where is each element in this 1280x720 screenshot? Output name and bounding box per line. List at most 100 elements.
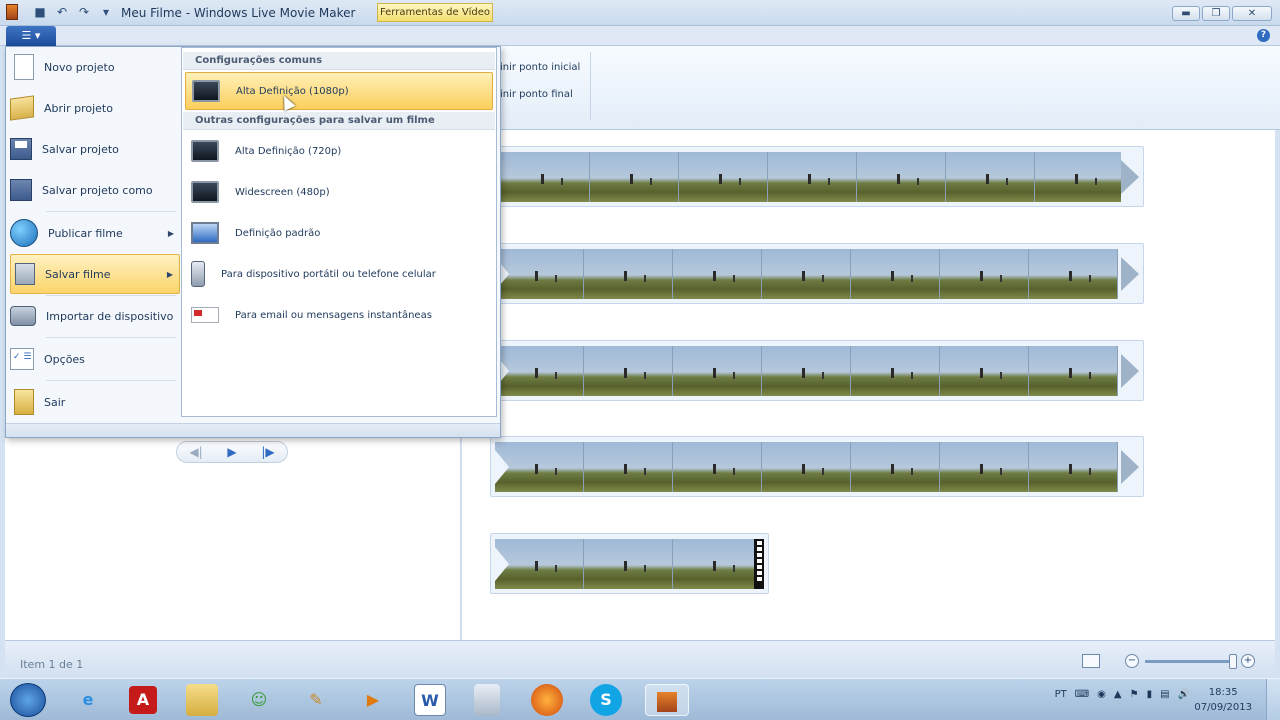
save-widescreen-480p[interactable]: Widescreen (480p) — [185, 173, 493, 211]
menu-import-from-device[interactable]: Importar de dispositivo — [10, 296, 180, 336]
redo-icon[interactable]: ↷ — [76, 4, 92, 20]
menu-save-project[interactable]: Salvar projeto — [10, 129, 180, 169]
language-indicator[interactable]: PT — [1055, 689, 1067, 700]
player-controls: ◀| ▶ |▶ — [176, 441, 288, 463]
clip-row[interactable] — [490, 533, 769, 594]
submenu-item-label: Para dispositivo portátil ou telefone ce… — [221, 268, 436, 280]
menu-new-project[interactable]: Novo projeto — [10, 47, 180, 87]
clip-row[interactable] — [490, 436, 1144, 497]
media-player-icon[interactable]: ▶ — [357, 684, 389, 716]
internet-explorer-icon[interactable]: e — [72, 684, 104, 716]
set-start-point-button[interactable]: inir ponto inicial — [500, 62, 580, 73]
clock[interactable]: 18:35 07/09/2013 — [1194, 685, 1252, 715]
hd-tv-icon — [192, 80, 220, 102]
save-movie-submenu: Configurações comuns Alta Definição (108… — [181, 47, 497, 417]
menu-open-project[interactable]: Abrir projeto — [10, 88, 180, 128]
menu-item-label: Salvar filme — [45, 267, 111, 281]
save-email-im[interactable]: Para email ou mensagens instantâneas — [185, 296, 493, 334]
next-frame-button[interactable]: |▶ — [261, 445, 274, 459]
file-menu: Novo projeto Abrir projeto Salvar projet… — [5, 46, 501, 438]
menu-save-project-as[interactable]: Salvar projeto como — [10, 170, 180, 210]
submenu-item-label: Alta Definição (720p) — [235, 145, 342, 157]
paint-icon[interactable]: ✎ — [300, 684, 332, 716]
play-button[interactable]: ▶ — [227, 445, 236, 459]
calculator-icon[interactable] — [474, 684, 500, 716]
file-menu-footer — [6, 423, 500, 437]
save-icon — [10, 138, 32, 160]
zoom-in-button[interactable]: + — [1241, 654, 1255, 668]
zoom-slider-thumb[interactable] — [1229, 653, 1237, 669]
menu-separator — [46, 211, 176, 212]
show-hidden-icons-icon[interactable]: ▲ — [1114, 689, 1122, 700]
aspect-ratio-icon[interactable] — [1082, 654, 1100, 668]
power-icon[interactable]: ▮ — [1147, 689, 1153, 700]
save-hd-720p[interactable]: Alta Definição (720p) — [185, 132, 493, 170]
file-menu-button[interactable]: ☰ ▾ — [6, 26, 56, 46]
save-hd-1080p[interactable]: Alta Definição (1080p) — [185, 72, 493, 110]
file-menu-list: Novo projeto Abrir projeto Salvar projet… — [6, 47, 181, 437]
menu-item-label: Novo projeto — [44, 60, 115, 74]
zoom-out-button[interactable]: − — [1125, 654, 1139, 668]
submenu-arrow-icon: ▶ — [166, 269, 173, 279]
customize-toolbar-icon[interactable]: ▾ — [98, 4, 114, 20]
previous-frame-button[interactable]: ◀| — [189, 445, 202, 459]
submenu-header-other: Outras configurações para salvar um film… — [183, 112, 495, 130]
video-tools-context-tab[interactable]: Ferramentas de Vídeo — [377, 3, 493, 22]
clip-arrow — [1121, 450, 1139, 484]
keyboard-icon[interactable]: ⌨ — [1075, 689, 1089, 700]
close-button[interactable]: ✕ — [1232, 6, 1272, 21]
menu-item-label: Salvar projeto — [42, 142, 119, 156]
hd-tv-icon — [191, 140, 219, 162]
clip-arrow — [1121, 160, 1139, 194]
action-center-icon[interactable]: ⚑ — [1130, 689, 1139, 700]
antivirus-icon[interactable]: ◉ — [1097, 689, 1106, 700]
clock-date: 07/09/2013 — [1194, 702, 1252, 713]
adobe-reader-icon[interactable]: A — [129, 686, 157, 714]
maximize-button[interactable]: ❐ — [1202, 6, 1230, 21]
show-desktop-button[interactable] — [1266, 679, 1280, 720]
word-icon[interactable]: W — [414, 684, 446, 716]
volume-icon[interactable]: 🔊 — [1178, 689, 1190, 700]
menu-publish-movie[interactable]: Publicar filme ▶ — [10, 213, 180, 253]
minimize-button[interactable]: ▬ — [1172, 6, 1200, 21]
save-standard-definition[interactable]: Definição padrão — [185, 214, 493, 252]
firefox-icon[interactable] — [531, 684, 563, 716]
clip-notch — [495, 450, 509, 484]
globe-icon — [10, 219, 38, 247]
file-explorer-icon[interactable] — [186, 684, 218, 716]
movie-maker-taskbar-icon[interactable] — [645, 684, 689, 716]
clip-thumbnails — [495, 346, 1121, 396]
save-as-icon — [10, 179, 32, 201]
zoom-slider[interactable] — [1145, 653, 1237, 669]
clip-row[interactable] — [490, 243, 1144, 304]
storyboard[interactable] — [462, 130, 1275, 640]
messenger-icon[interactable]: ☺ — [243, 684, 275, 716]
menu-item-label: Sair — [44, 395, 66, 409]
menu-save-movie[interactable]: Salvar filme ▶ — [10, 254, 180, 294]
start-button[interactable] — [10, 683, 46, 717]
computer-monitor-icon — [191, 222, 219, 244]
undo-icon[interactable]: ↶ — [54, 4, 70, 20]
clip-thumbnails — [501, 152, 1121, 202]
menu-exit[interactable]: Sair — [10, 382, 180, 422]
network-icon[interactable]: ▤ — [1160, 689, 1169, 700]
save-portable-device[interactable]: Para dispositivo portátil ou telefone ce… — [185, 255, 493, 293]
set-end-point-button[interactable]: inir ponto final — [500, 89, 573, 100]
save-icon[interactable]: ■ — [32, 4, 48, 20]
menu-separator — [46, 337, 176, 338]
camera-icon — [10, 306, 36, 326]
email-icon — [191, 307, 219, 323]
menu-item-label: Abrir projeto — [44, 101, 113, 115]
movie-maker-app-icon[interactable] — [6, 4, 18, 20]
menu-item-label: Importar de dispositivo — [46, 309, 174, 323]
clip-thumbnails — [495, 249, 1121, 299]
menu-options[interactable]: Opções — [10, 339, 180, 379]
clip-row[interactable] — [490, 146, 1144, 207]
window-controls: ▬ ❐ ✕ — [1172, 6, 1272, 21]
zoom-control: − + — [1125, 653, 1255, 669]
skype-icon[interactable]: S — [590, 684, 622, 716]
help-icon[interactable]: ? — [1257, 29, 1270, 42]
item-count: Item 1 de 1 — [20, 658, 84, 671]
system-tray: PT ⌨ ◉ ▲ ⚑ ▮ ▤ 🔊 — [1055, 689, 1190, 700]
clip-row[interactable] — [490, 340, 1144, 401]
